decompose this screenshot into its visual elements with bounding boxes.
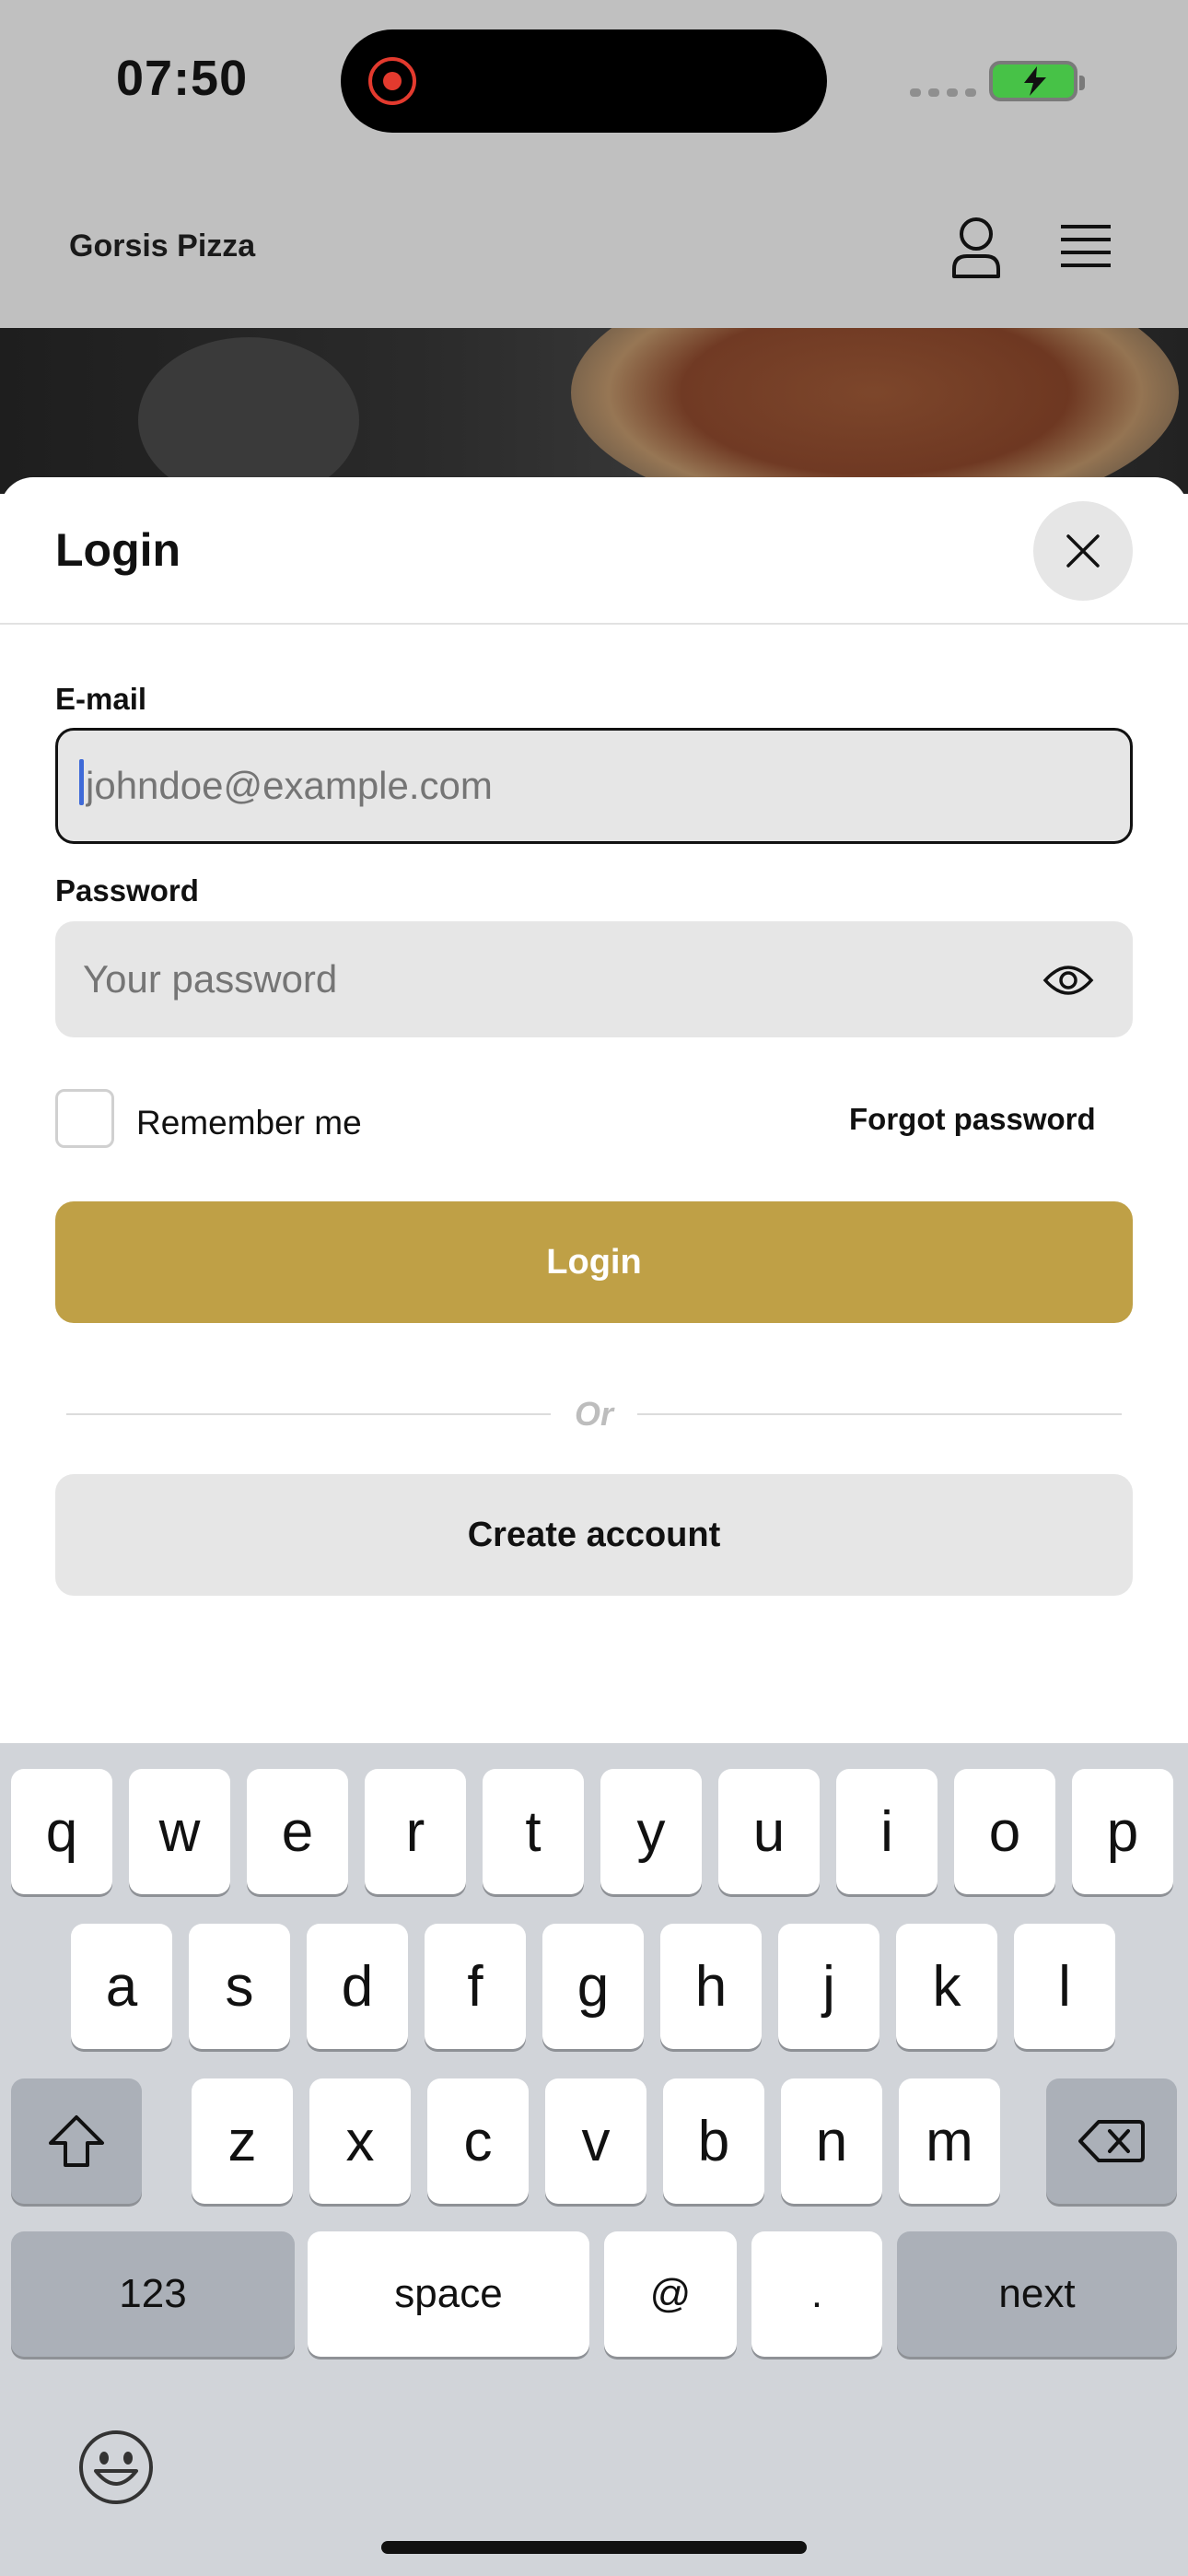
home-indicator bbox=[381, 2541, 807, 2554]
email-label: E-mail bbox=[55, 682, 147, 716]
next-key[interactable]: next bbox=[897, 2231, 1177, 2357]
dynamic-island bbox=[341, 29, 827, 133]
key-b[interactable]: b bbox=[663, 2078, 764, 2204]
email-field[interactable] bbox=[55, 728, 1133, 844]
battery-charging-icon bbox=[989, 61, 1085, 101]
close-icon bbox=[1066, 534, 1100, 568]
hero-image bbox=[0, 328, 1188, 494]
emoji-button[interactable] bbox=[77, 2429, 155, 2506]
signal-icon bbox=[910, 88, 976, 97]
key-y[interactable]: y bbox=[600, 1769, 702, 1894]
key-x[interactable]: x bbox=[309, 2078, 411, 2204]
key-w[interactable]: w bbox=[129, 1769, 230, 1894]
or-divider: Or bbox=[66, 1389, 1122, 1435]
login-button[interactable]: Login bbox=[55, 1201, 1133, 1323]
key-g[interactable]: g bbox=[542, 1924, 644, 2049]
hamburger-menu-icon[interactable] bbox=[1059, 223, 1112, 269]
eye-icon bbox=[1042, 966, 1094, 995]
backspace-icon bbox=[1078, 2120, 1145, 2162]
key-a[interactable]: a bbox=[71, 1924, 172, 2049]
key-i[interactable]: i bbox=[836, 1769, 938, 1894]
close-button[interactable] bbox=[1033, 501, 1133, 601]
password-label: Password bbox=[55, 873, 199, 907]
remember-me-checkbox[interactable] bbox=[55, 1089, 114, 1148]
sheet-title: Login bbox=[55, 524, 181, 576]
key-r[interactable]: r bbox=[365, 1769, 466, 1894]
user-account-icon[interactable] bbox=[949, 216, 1004, 280]
key-v[interactable]: v bbox=[545, 2078, 646, 2204]
brand-name[interactable]: Gorsis Pizza bbox=[69, 228, 255, 264]
forgot-password-link[interactable]: Forgot password bbox=[849, 1102, 1096, 1137]
at-key[interactable]: @ bbox=[604, 2231, 737, 2357]
key-s[interactable]: s bbox=[189, 1924, 290, 2049]
key-l[interactable]: l bbox=[1014, 1924, 1115, 2049]
key-d[interactable]: d bbox=[307, 1924, 408, 2049]
shift-icon bbox=[49, 2115, 104, 2167]
key-o[interactable]: o bbox=[954, 1769, 1055, 1894]
dot-key[interactable]: . bbox=[751, 2231, 882, 2357]
key-m[interactable]: m bbox=[899, 2078, 1000, 2204]
key-q[interactable]: q bbox=[11, 1769, 112, 1894]
space-key[interactable]: space bbox=[308, 2231, 589, 2357]
key-u[interactable]: u bbox=[718, 1769, 820, 1894]
key-j[interactable]: j bbox=[778, 1924, 879, 2049]
sheet-divider bbox=[0, 623, 1188, 625]
shift-key[interactable] bbox=[11, 2078, 142, 2204]
show-password-button[interactable] bbox=[1035, 947, 1101, 1013]
key-z[interactable]: z bbox=[192, 2078, 293, 2204]
status-bar: 07:50 bbox=[0, 0, 1188, 166]
emoji-icon bbox=[79, 2430, 153, 2504]
password-field[interactable] bbox=[55, 921, 1133, 1037]
remember-me-label[interactable]: Remember me bbox=[136, 1104, 362, 1142]
key-e[interactable]: e bbox=[247, 1769, 348, 1894]
key-k[interactable]: k bbox=[896, 1924, 997, 2049]
on-screen-keyboard: qwertyuiop asdfghjkl zxcvbnm 123 space @… bbox=[0, 1743, 1188, 2576]
create-account-button[interactable]: Create account bbox=[55, 1474, 1133, 1596]
status-time: 07:50 bbox=[116, 51, 249, 106]
numbers-key[interactable]: 123 bbox=[11, 2231, 295, 2357]
app-header: Gorsis Pizza bbox=[0, 166, 1188, 328]
or-label: Or bbox=[574, 1395, 613, 1433]
key-c[interactable]: c bbox=[427, 2078, 529, 2204]
recording-icon bbox=[368, 57, 416, 105]
text-caret bbox=[79, 759, 84, 805]
key-p[interactable]: p bbox=[1072, 1769, 1173, 1894]
key-f[interactable]: f bbox=[425, 1924, 526, 2049]
key-n[interactable]: n bbox=[781, 2078, 882, 2204]
backspace-key[interactable] bbox=[1046, 2078, 1177, 2204]
key-t[interactable]: t bbox=[483, 1769, 584, 1894]
key-h[interactable]: h bbox=[660, 1924, 762, 2049]
